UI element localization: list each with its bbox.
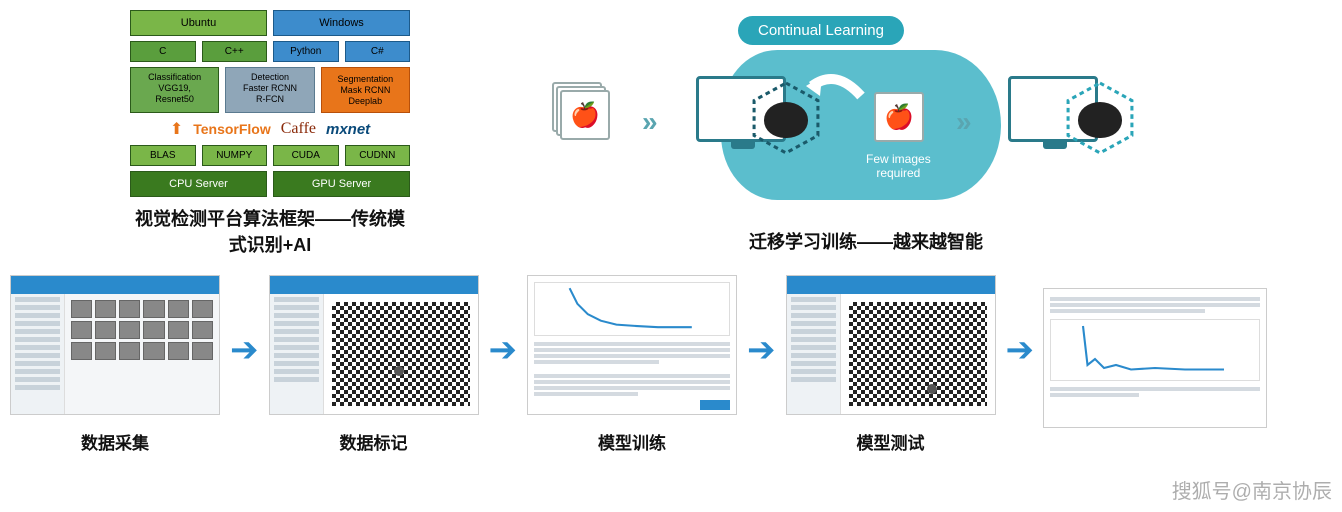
image-stack-icon: 🍎: [560, 90, 616, 146]
model-detection: DetectionFaster RCNNR-FCN: [225, 67, 314, 113]
model-segmentation: SegmentationMask RCNNDeeplab: [321, 67, 410, 113]
framework-row: ⬆ TensorFlow Caffe mxnet: [130, 119, 410, 139]
watermark: 搜狐号@南京协辰: [1172, 475, 1332, 504]
result-chart: [1050, 319, 1260, 381]
framework-tensorflow: TensorFlow: [193, 121, 271, 137]
model-classification: ClassificationVGG19,Resnet50: [130, 67, 219, 113]
arrow-icon: »: [642, 106, 652, 138]
pipeline-arrow-icon: ➔: [745, 330, 778, 370]
apple-icon: 🍎: [874, 92, 924, 142]
cpu-server: CPU Server: [130, 171, 267, 197]
screenshot-results: [1043, 288, 1267, 428]
lib-blas: BLAS: [130, 145, 196, 166]
screenshot-collection: [10, 275, 220, 415]
step-label: 模型训练: [598, 429, 666, 454]
lib-cuda: CUDA: [273, 145, 339, 166]
banner-continual-learning: Continual Learning: [738, 16, 904, 45]
few-images-label: Few images required: [866, 152, 931, 181]
lang-csharp: C#: [345, 41, 411, 62]
arrow-icon: »: [956, 106, 966, 138]
loss-chart: [534, 282, 730, 336]
tech-stack: Ubuntu Windows C C++ Python C# Classific…: [130, 10, 410, 257]
screenshot-training: [527, 275, 737, 415]
brain-icon: [1078, 102, 1122, 138]
pipeline-arrow-icon: ➔: [228, 330, 261, 370]
os-ubuntu: Ubuntu: [130, 10, 267, 36]
brain-icon: [764, 102, 808, 138]
tensorflow-icon: ⬆: [170, 119, 183, 139]
train-button[interactable]: [700, 400, 730, 410]
pipeline-arrow-icon: ➔: [1004, 330, 1037, 370]
lang-cpp: C++: [202, 41, 268, 62]
step-label: 模型测试: [857, 429, 925, 454]
step-results: [1040, 288, 1270, 442]
framework-mxnet: mxnet: [326, 121, 370, 138]
lib-numpy: NUMPY: [202, 145, 268, 166]
apple-icon: 🍎: [560, 90, 610, 140]
pipeline-row: 数据采集 ➔ 数据标记 ➔ 模型训练 ➔ 模型测试 ➔: [0, 257, 1342, 454]
framework-caffe: Caffe: [281, 120, 316, 138]
gpu-server: GPU Server: [273, 171, 410, 197]
screenshot-testing: [786, 275, 996, 415]
continual-learning-diagram: Continual Learning 🍎 » 🍎 Few images requ…: [450, 10, 1282, 257]
step-model-training: 模型训练: [523, 275, 741, 454]
step-model-testing: 模型测试: [782, 275, 1000, 454]
lang-python: Python: [273, 41, 339, 62]
lang-c: C: [130, 41, 196, 62]
step-label: 数据标记: [340, 429, 408, 454]
step-label: 数据采集: [81, 429, 149, 454]
step-data-labeling: 数据标记: [265, 275, 483, 454]
caption-left: 视觉检测平台算法框架——传统模式识别+AI: [130, 205, 410, 257]
caption-right: 迁移学习训练——越来越智能: [749, 228, 983, 254]
pipeline-arrow-icon: ➔: [487, 330, 520, 370]
curved-arrow-icon: [806, 66, 866, 106]
step-data-collection: 数据采集: [6, 275, 224, 454]
screenshot-labeling: [269, 275, 479, 415]
os-windows: Windows: [273, 10, 410, 36]
lib-cudnn: CUDNN: [345, 145, 411, 166]
